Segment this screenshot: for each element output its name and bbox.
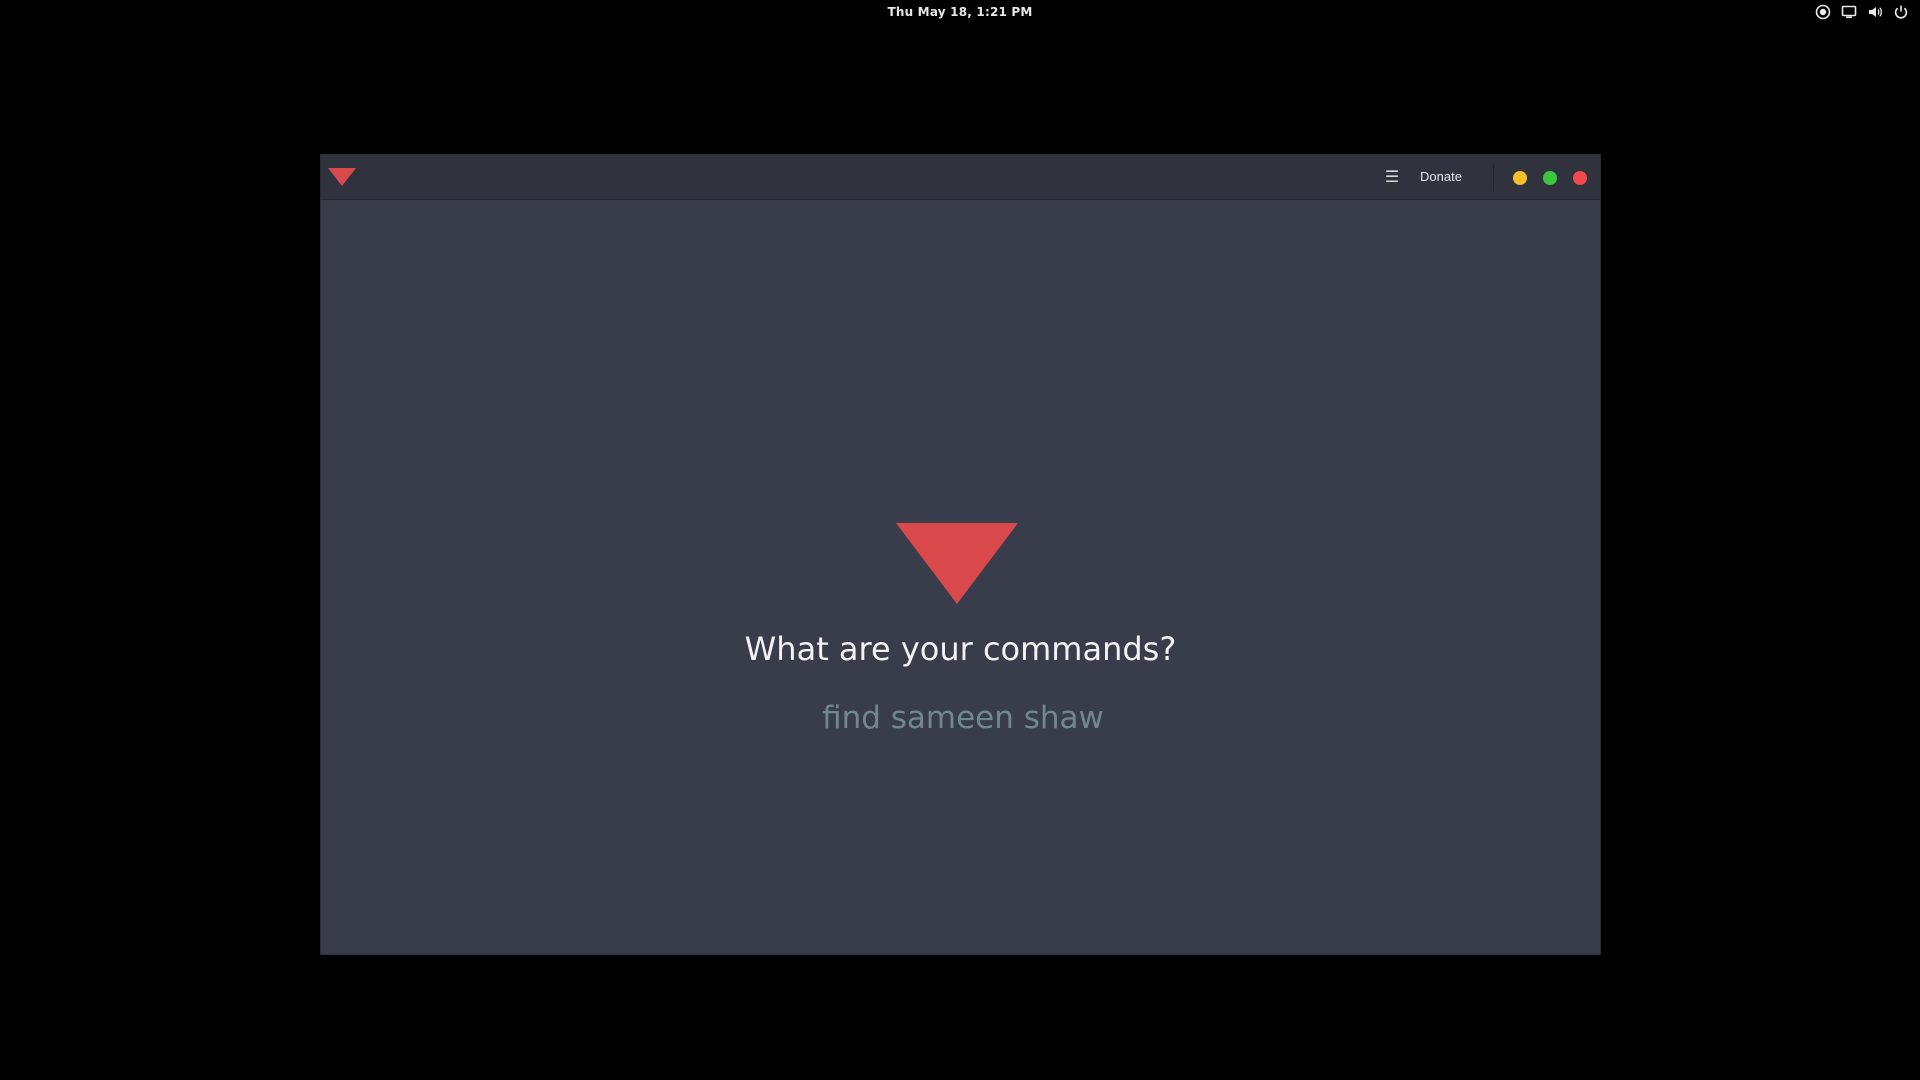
minimize-button[interactable]: [1513, 171, 1527, 185]
window-titlebar[interactable]: ☰ Donate: [321, 155, 1600, 200]
close-button[interactable]: [1573, 171, 1587, 185]
page-title: What are your commands?: [744, 630, 1177, 668]
system-top-bar: Thu May 18, 1:21 PM: [0, 0, 1920, 26]
titlebar-divider: [1493, 163, 1494, 191]
volume-icon[interactable]: [1866, 3, 1884, 21]
main-content: What are your commands?: [321, 200, 1600, 954]
system-clock[interactable]: Thu May 18, 1:21 PM: [0, 5, 1920, 19]
hamburger-menu-icon[interactable]: ☰: [1381, 166, 1403, 188]
app-window: ☰ Donate What are your commands?: [320, 154, 1601, 955]
display-icon[interactable]: [1840, 3, 1858, 21]
maximize-button[interactable]: [1543, 171, 1557, 185]
power-icon[interactable]: [1892, 3, 1910, 21]
hero-logo-icon: [896, 523, 1018, 604]
system-tray: [1814, 3, 1910, 21]
screen-record-icon[interactable]: [1814, 3, 1832, 21]
app-logo-icon: [328, 168, 356, 186]
command-input[interactable]: [711, 692, 1215, 744]
donate-button[interactable]: Donate: [1414, 166, 1468, 188]
